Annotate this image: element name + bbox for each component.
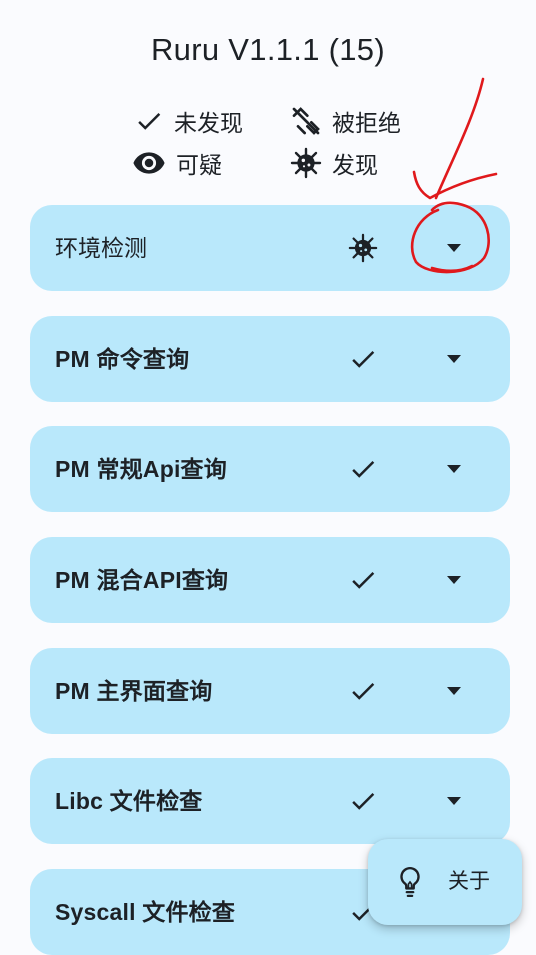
check-label: Syscall 文件检查 (55, 899, 236, 925)
status-legend: 未发现 被拒绝 可疑 发现 (130, 102, 430, 182)
about-fab-button[interactable]: 关于 (368, 839, 522, 925)
legend-label: 发现 (332, 152, 378, 178)
caret-down-icon (447, 355, 461, 363)
check-icon (352, 351, 375, 368)
caret-down-icon (447, 797, 461, 805)
legend-not-found: 未发现 (134, 104, 243, 138)
check-label: Libc 文件检查 (55, 788, 203, 814)
check-card-pm-api[interactable]: PM 常规Api查询 (30, 426, 510, 512)
legend-found: 发现 (290, 146, 378, 180)
check-icon (138, 113, 161, 130)
virus-icon (290, 147, 322, 179)
check-icon (352, 461, 375, 478)
check-label: PM 主界面查询 (55, 678, 213, 704)
legend-label: 可疑 (176, 152, 222, 178)
check-card-pm-main-ui[interactable]: PM 主界面查询 (30, 648, 510, 734)
link-off-icon (292, 107, 320, 135)
check-card-environment[interactable]: 环境检测 (30, 205, 510, 291)
check-icon (352, 793, 375, 810)
expand-button[interactable] (434, 560, 474, 600)
virus-icon (348, 233, 378, 263)
expand-button[interactable] (434, 449, 474, 489)
check-label: PM 常规Api查询 (55, 456, 227, 482)
eye-icon (133, 152, 165, 174)
legend-denied: 被拒绝 (290, 104, 401, 138)
caret-down-icon (447, 576, 461, 584)
legend-label: 未发现 (174, 110, 243, 136)
check-label: PM 命令查询 (55, 346, 190, 372)
caret-down-icon (447, 244, 461, 252)
check-icon (352, 572, 375, 589)
lightbulb-icon (400, 866, 420, 898)
check-card-pm-mixed-api[interactable]: PM 混合API查询 (30, 537, 510, 623)
legend-suspicious: 可疑 (132, 146, 222, 180)
check-label: PM 混合API查询 (55, 567, 229, 593)
annotation-arrow-shaft (434, 77, 485, 200)
check-label: 环境检测 (55, 235, 147, 261)
caret-down-icon (447, 465, 461, 473)
check-card-libc-file[interactable]: Libc 文件检查 (30, 758, 510, 844)
legend-label: 被拒绝 (332, 110, 401, 136)
check-card-pm-command[interactable]: PM 命令查询 (30, 316, 510, 402)
expand-button[interactable] (434, 228, 474, 268)
expand-button[interactable] (434, 339, 474, 379)
check-icon (352, 683, 375, 700)
expand-button[interactable] (434, 671, 474, 711)
app-title: Ruru V1.1.1 (15) (151, 32, 385, 67)
expand-button[interactable] (434, 781, 474, 821)
fab-label: 关于 (448, 870, 490, 893)
caret-down-icon (447, 687, 461, 695)
